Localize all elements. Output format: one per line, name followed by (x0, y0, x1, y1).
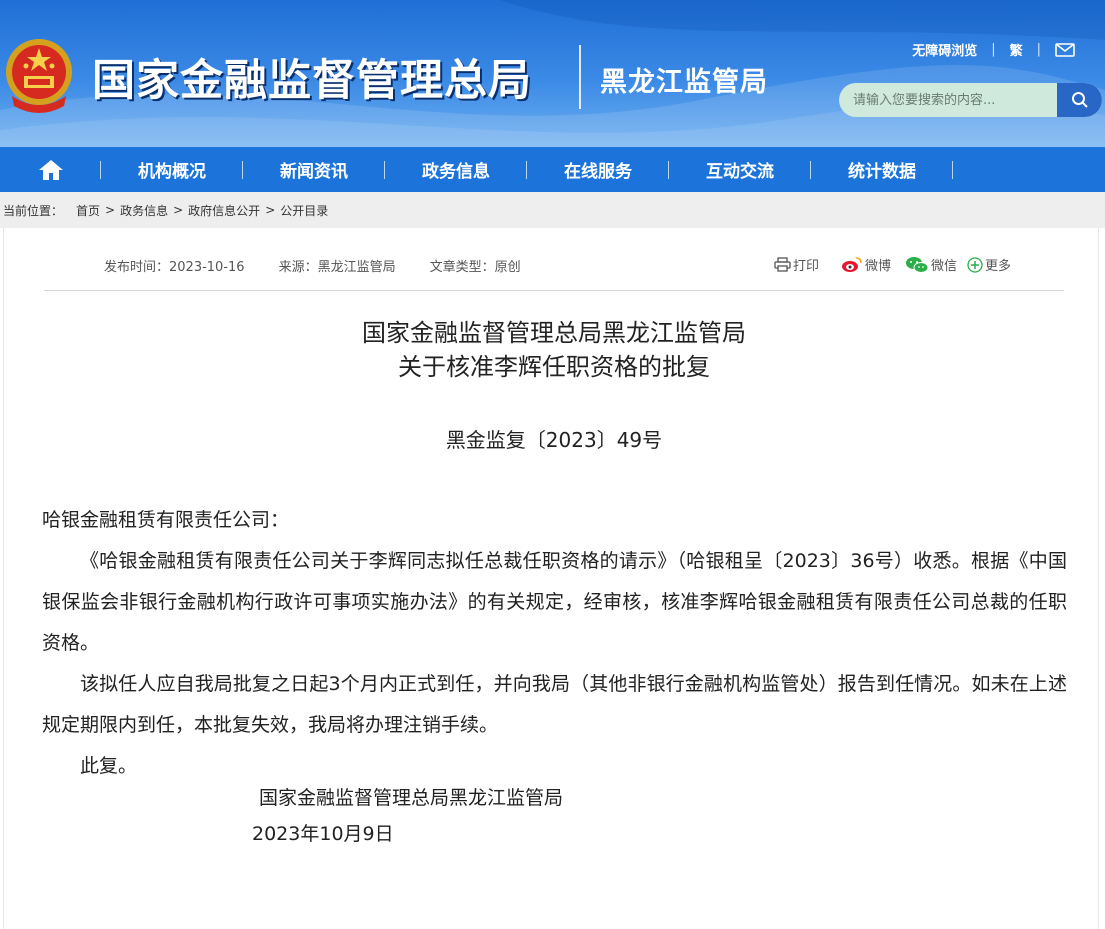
national-emblem-icon (6, 39, 72, 113)
breadcrumb: 当前位置： 首页 > 政务信息 > 政府信息公开 > 公开目录 (0, 192, 1105, 228)
main-nav: 机构概况 新闻资讯 政务信息 在线服务 互动交流 统计数据 (0, 147, 1105, 192)
document-number: 黑金监复〔2023〕49号 (445, 428, 663, 452)
article: 发布时间：2023-10-16 来源：黑龙江监管局 文章类型：原创 打印 微博 (3, 228, 1099, 929)
mail-icon[interactable] (1055, 42, 1075, 57)
paragraph: 《哈银金融租赁有限责任公司关于李辉同志拟任总裁任职资格的请示》（哈银租呈〔202… (42, 550, 1067, 654)
traditional-chinese-link[interactable]: 繁 (1010, 40, 1023, 59)
accessibility-link[interactable]: 无障碍浏览 (912, 40, 977, 59)
search-input[interactable] (839, 83, 1057, 117)
breadcrumb-public-info[interactable]: 政府信息公开 (188, 204, 260, 218)
salutation: 哈银金融租赁有限责任公司： (42, 509, 290, 531)
print-icon (774, 257, 791, 272)
print-button[interactable]: 打印 (774, 255, 819, 274)
weibo-label: 微博 (865, 259, 892, 274)
top-links: 无障碍浏览 | 繁 | (912, 40, 1075, 59)
nav-item-about[interactable]: 机构概况 (101, 147, 243, 192)
share-bar: 打印 微博 微信 更多 (774, 255, 1021, 274)
link-separator: | (991, 42, 996, 57)
closing: 此复。 (80, 755, 138, 777)
breadcrumb-government-info[interactable]: 政务信息 (120, 204, 168, 218)
article-type: 文章类型：原创 (429, 260, 521, 275)
nav-item-online-services[interactable]: 在线服务 (527, 147, 669, 192)
breadcrumb-separator: > (265, 203, 276, 217)
document-body: 哈银金融租赁有限责任公司： 《哈银金融租赁有限责任公司关于李辉同志拟任总裁任职资… (42, 500, 1067, 787)
search-box (839, 83, 1102, 117)
link-separator: | (1036, 42, 1041, 57)
article-meta: 发布时间：2023-10-16 来源：黑龙江监管局 文章类型：原创 (104, 256, 555, 275)
site-header: 国家金融监督管理总局 黑龙江监管局 无障碍浏览 | 繁 | (0, 0, 1105, 147)
more-label: 更多 (985, 259, 1012, 274)
title-divider (579, 45, 581, 109)
breadcrumb-catalog[interactable]: 公开目录 (280, 204, 328, 218)
weibo-share-button[interactable]: 微博 (841, 255, 891, 274)
search-icon (1071, 92, 1088, 108)
nav-home[interactable] (0, 147, 101, 192)
weibo-icon (842, 257, 862, 272)
search-button[interactable] (1057, 83, 1102, 117)
publish-time: 发布时间：2023-10-16 (104, 260, 245, 275)
wechat-label: 微信 (931, 259, 958, 274)
more-share-button[interactable]: 更多 (967, 255, 1011, 274)
wechat-share-button[interactable]: 微信 (905, 255, 957, 274)
signature: 国家金融监督管理总局黑龙江监管局 (259, 787, 564, 809)
breadcrumb-separator: > (105, 203, 116, 217)
paragraph: 该拟任人应自我局批复之日起3个月内正式到任，并向我局（其他非银行金融机构监管处）… (42, 673, 1067, 736)
breadcrumb-separator: > (173, 203, 184, 217)
site-title[interactable]: 国家金融监督管理总局 (92, 46, 532, 108)
nav-item-interaction[interactable]: 互动交流 (669, 147, 811, 192)
print-label: 打印 (793, 259, 820, 274)
document-title-line2: 关于核准李辉任职资格的批复 (398, 353, 710, 381)
wechat-icon (906, 256, 929, 273)
plus-icon (967, 256, 983, 273)
meta-divider (44, 290, 1064, 291)
nav-item-news[interactable]: 新闻资讯 (243, 147, 385, 192)
document-title: 国家金融监督管理总局黑龙江监管局 关于核准李辉任职资格的批复 (4, 316, 1104, 384)
nav-item-statistics[interactable]: 统计数据 (811, 147, 953, 192)
breadcrumb-home[interactable]: 首页 (76, 204, 100, 218)
document-title-line1: 国家金融监督管理总局黑龙江监管局 (362, 319, 746, 347)
breadcrumb-prefix: 当前位置： (3, 203, 64, 218)
article-source: 来源：黑龙江监管局 (278, 260, 396, 275)
branch-title[interactable]: 黑龙江监管局 (600, 60, 768, 99)
home-icon (38, 159, 63, 180)
nav-item-government-info[interactable]: 政务信息 (385, 147, 527, 192)
signature-date: 2023年10月9日 (252, 823, 394, 845)
